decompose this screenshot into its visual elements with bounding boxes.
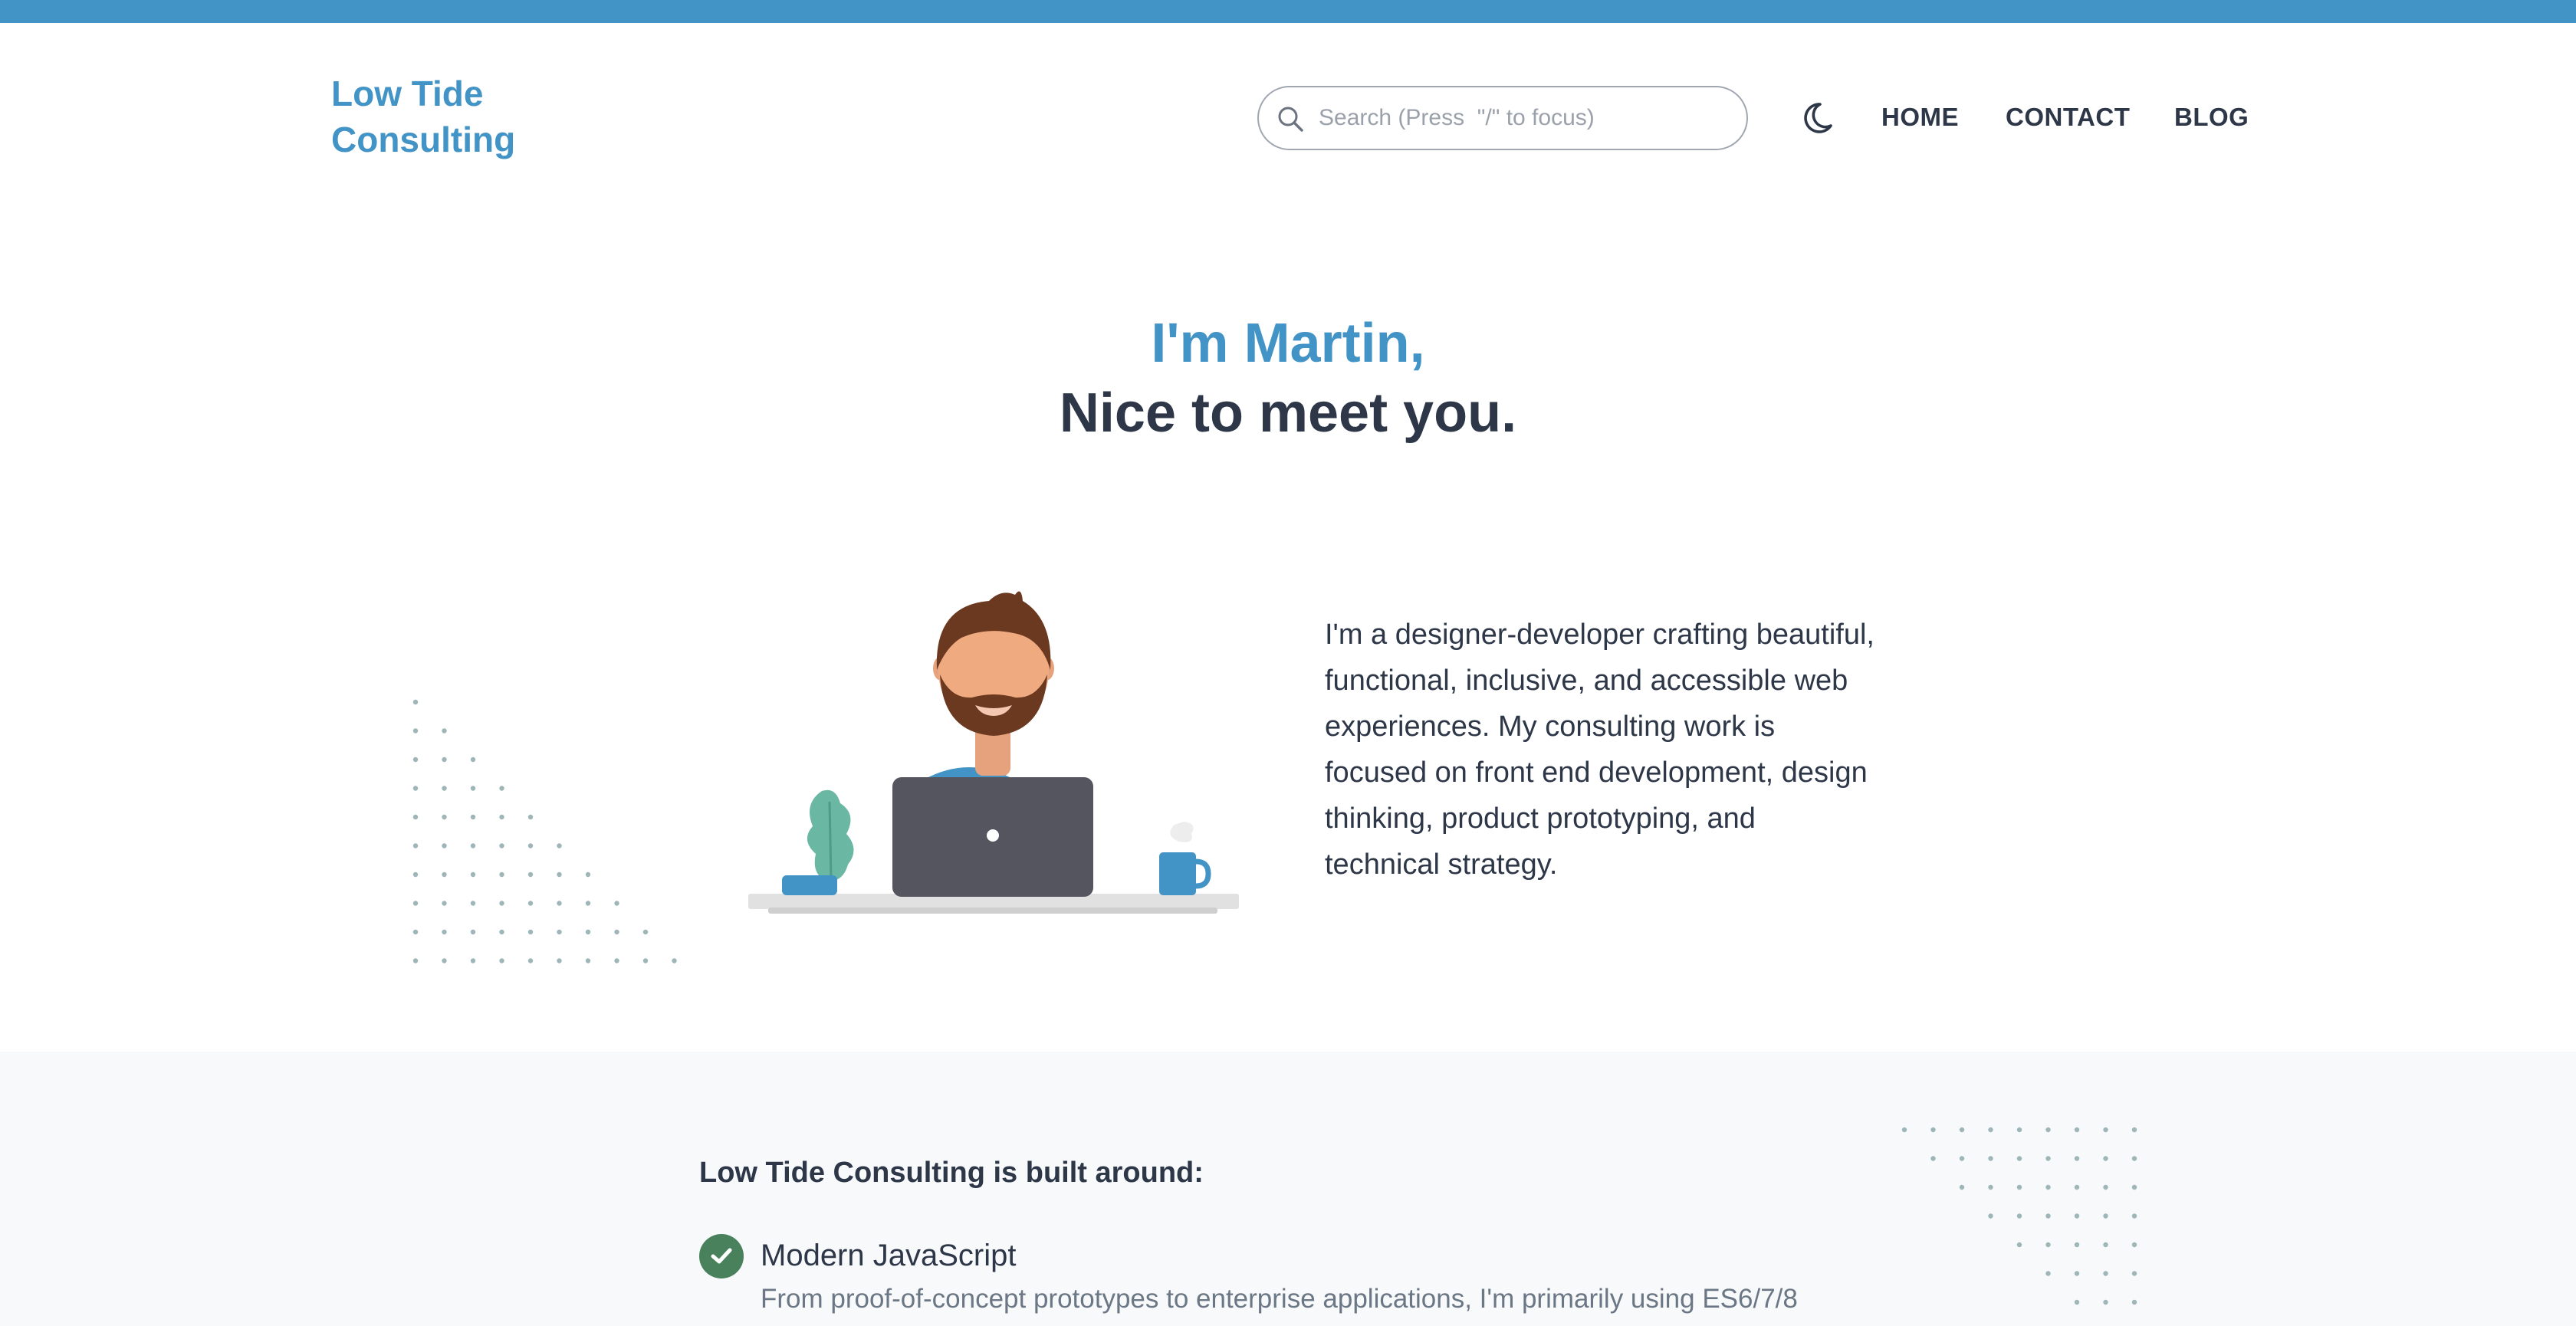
hero-bio: I'm a designer-developer crafting beauti…	[1325, 619, 1875, 881]
theme-toggle-button[interactable]	[1797, 98, 1837, 138]
check-circle-icon	[711, 1248, 732, 1264]
search-box[interactable]	[1257, 86, 1748, 150]
hero-greeting: I'm Martin,	[1151, 313, 1425, 374]
logo-line-1: Low Tide	[331, 74, 484, 113]
logo-line-2: Consulting	[331, 120, 516, 159]
feature-item-description: From proof-of-concept prototypes to ente…	[761, 1284, 1798, 1314]
hero-subtitle: Nice to meet you.	[1059, 382, 1517, 444]
feature-item-status	[699, 1234, 744, 1278]
nav-home[interactable]: HOME	[1881, 100, 1959, 135]
search-input[interactable]	[1319, 98, 1733, 138]
site-header: Low Tide Consulting HOME CONTACT BLOG	[0, 23, 2576, 215]
site-logo[interactable]: Low Tide Consulting	[331, 71, 561, 162]
developer-illustration	[748, 591, 1239, 914]
search-icon	[1278, 107, 1303, 132]
nav-blog[interactable]: BLOG	[2174, 100, 2249, 135]
features-heading: Low Tide Consulting is built around:	[699, 1157, 1204, 1189]
feature-item-title: Modern JavaScript	[761, 1239, 1017, 1272]
nav-contact[interactable]: CONTACT	[2006, 100, 2130, 135]
moon-icon	[1804, 103, 1832, 133]
hero-heading: I'm Martin, Nice to meet you.	[0, 307, 2576, 446]
decorative-dot-pattern-left	[412, 699, 677, 963]
decorative-dot-pattern-right	[1901, 1127, 2137, 1305]
top-accent-bar	[0, 0, 2576, 23]
